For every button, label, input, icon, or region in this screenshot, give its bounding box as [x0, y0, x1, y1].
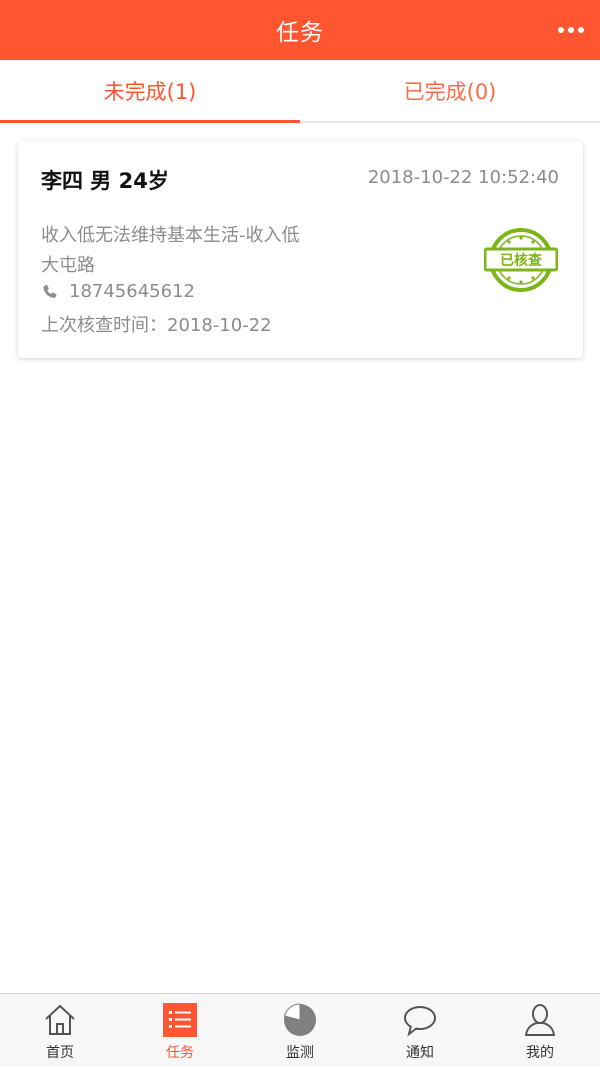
tabbar-item-notice[interactable]: 通知 [360, 994, 480, 1067]
user-icon [524, 1004, 556, 1036]
task-card[interactable]: 李四 男 24岁 2018-10-22 10:52:40 收入低无法维持基本生活… [18, 141, 583, 358]
task-status-tabs: 未完成(1) 已完成(0) [0, 60, 600, 123]
tabbar-item-task[interactable]: 任务 [120, 994, 240, 1067]
top-header: 任务 [0, 0, 600, 60]
phone-icon [43, 284, 57, 298]
phone-row: 18745645612 [41, 281, 195, 302]
assistance-reason: 收入低无法维持基本生活-收入低 [41, 225, 300, 246]
tabbar-label-notice: 通知 [406, 1045, 434, 1061]
page-title: 任务 [276, 20, 324, 46]
task-timestamp: 2018-10-22 10:52:40 [367, 167, 559, 188]
bottom-tabbar: 首页 任务 监测 通知 我的 [0, 993, 600, 1067]
tabbar-label-task: 任务 [166, 1045, 194, 1061]
more-options-button[interactable] [554, 18, 588, 42]
address: 大屯路 [41, 255, 95, 276]
last-check-time: 上次核查时间：2018-10-22 [41, 315, 272, 336]
tabbar-item-mine[interactable]: 我的 [480, 994, 600, 1067]
more-dot-icon [578, 27, 584, 33]
more-dot-icon [568, 27, 574, 33]
tab-incomplete[interactable]: 未完成(1) [0, 60, 300, 123]
tabbar-item-home[interactable]: 首页 [0, 994, 120, 1067]
home-icon [45, 1004, 75, 1035]
tabbar-label-home: 首页 [46, 1045, 74, 1061]
person-summary: 李四 男 24岁 [41, 169, 169, 193]
tabbar-label-monitor: 监测 [286, 1045, 314, 1061]
phone-number: 18745645612 [69, 281, 195, 302]
chat-bubble-icon [404, 1006, 436, 1037]
tab-completed[interactable]: 已完成(0) [300, 60, 600, 121]
tabbar-label-mine: 我的 [526, 1045, 554, 1061]
tabbar-item-monitor[interactable]: 监测 [240, 994, 360, 1067]
more-dot-icon [558, 27, 564, 33]
verified-stamp: 已核查 [484, 228, 558, 292]
pie-chart-icon [283, 1003, 316, 1036]
task-list-icon [163, 1003, 197, 1037]
stamp-text: 已核查 [500, 252, 543, 269]
